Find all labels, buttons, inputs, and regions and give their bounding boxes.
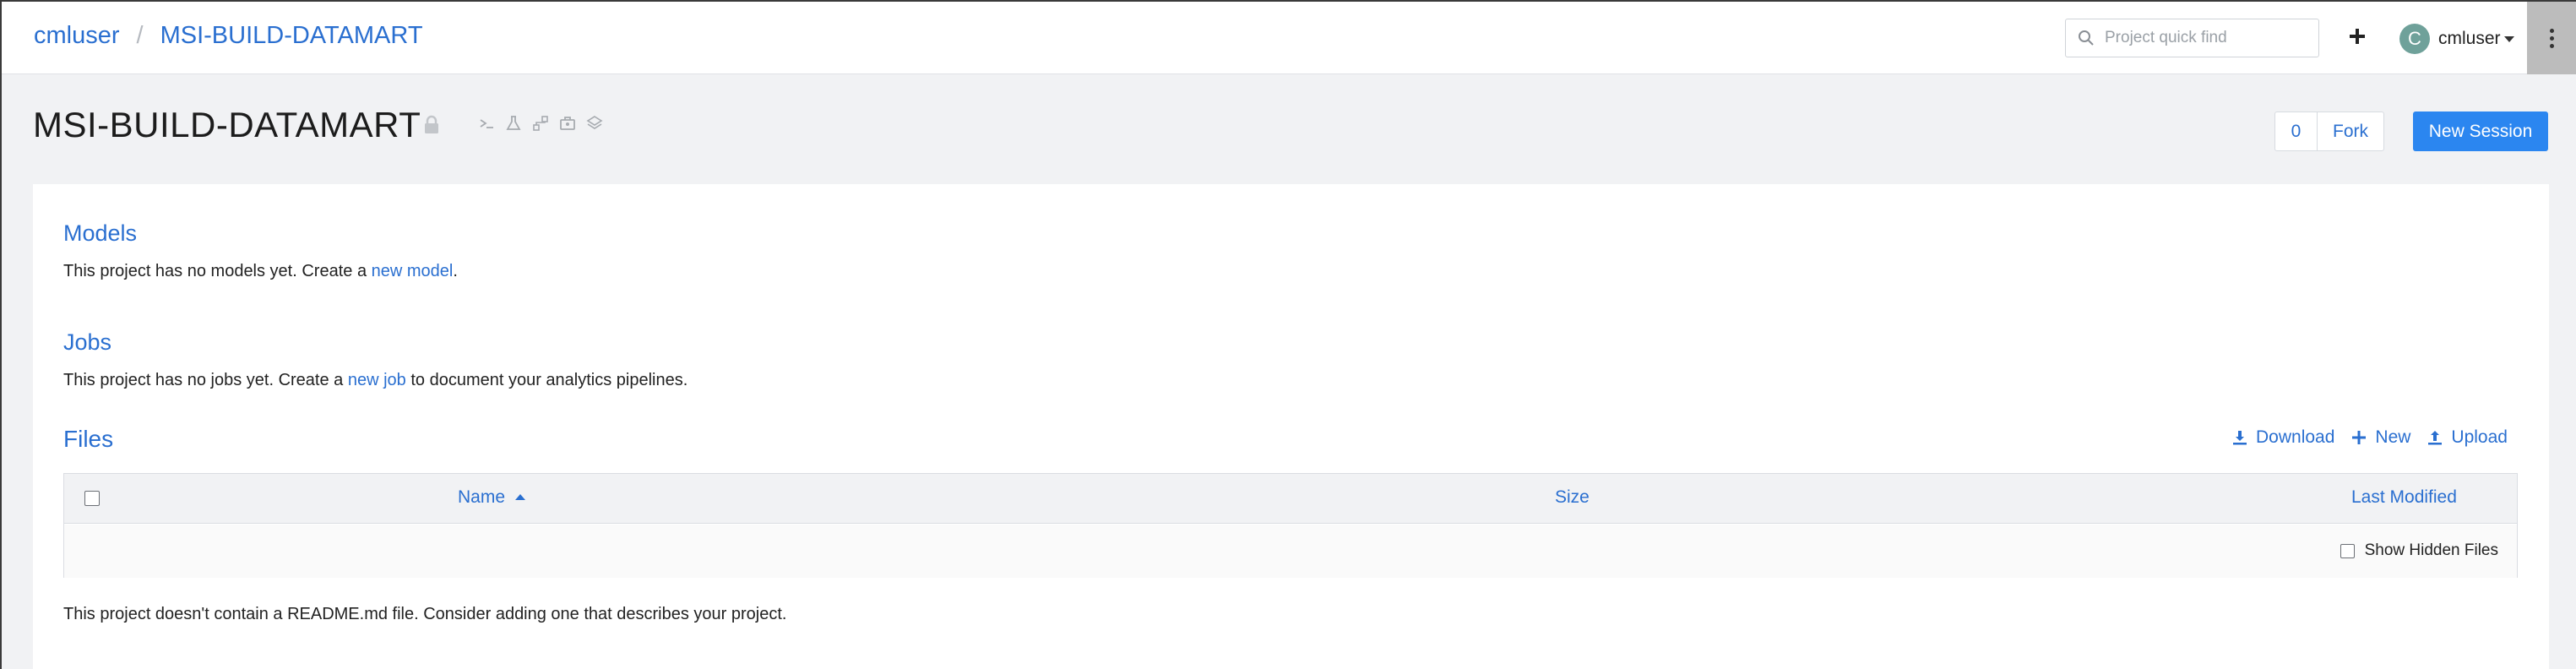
- jobs-text-end: to document your analytics pipelines.: [405, 371, 688, 389]
- plus-icon: [2352, 431, 2367, 444]
- readme-notice: This project doesn't contain a README.md…: [63, 605, 787, 623]
- jobs-empty-text: This project has no jobs yet. Create a n…: [63, 371, 687, 390]
- files-heading: Files: [63, 426, 114, 452]
- new-label: New: [2375, 427, 2411, 447]
- upload-icon: [2428, 431, 2443, 445]
- name-column-header[interactable]: Name: [458, 487, 526, 508]
- flask-icon[interactable]: [505, 114, 522, 133]
- files-table-footer: Show Hidden Files: [64, 525, 2517, 578]
- show-hidden-files-label: Show Hidden Files: [2364, 541, 2498, 559]
- models-text: This project has no models yet. Create a: [63, 262, 372, 280]
- breadcrumb: cmluser / MSI-BUILD-DATAMART: [34, 22, 423, 50]
- plus-icon[interactable]: [2345, 24, 2369, 48]
- file-actions: Download New Upload: [2232, 427, 2508, 448]
- avatar: C: [2399, 24, 2430, 54]
- jobs-heading[interactable]: Jobs: [63, 329, 111, 356]
- fork-button[interactable]: Fork: [2318, 112, 2383, 150]
- download-icon: [2233, 431, 2247, 445]
- search-input[interactable]: [2105, 29, 2316, 47]
- upload-button[interactable]: Upload: [2427, 427, 2508, 448]
- fork-count[interactable]: 0: [2275, 112, 2318, 150]
- project-tools: [478, 114, 603, 133]
- show-hidden-files-toggle[interactable]: Show Hidden Files: [2340, 541, 2498, 560]
- user-menu[interactable]: C cmluser: [2399, 24, 2514, 54]
- last-modified-column-header[interactable]: Last Modified: [2351, 487, 2457, 508]
- jobs-text: This project has no jobs yet. Create a: [63, 371, 348, 389]
- project-overview-card: Models This project has no models yet. C…: [33, 184, 2549, 669]
- briefcase-icon[interactable]: [559, 114, 576, 133]
- name-column-label: Name: [458, 487, 506, 507]
- chevron-down-icon: [2503, 35, 2514, 42]
- breadcrumb-project-link[interactable]: MSI-BUILD-DATAMART: [160, 22, 423, 50]
- files-table-header: Name Size Last Modified: [64, 474, 2517, 524]
- project-quick-find[interactable]: [2065, 19, 2319, 57]
- new-file-button[interactable]: New: [2351, 427, 2410, 448]
- new-session-button[interactable]: New Session: [2413, 112, 2548, 151]
- top-navbar: cmluser / MSI-BUILD-DATAMART C cmluser: [2, 2, 2576, 74]
- upload-label: Upload: [2451, 427, 2508, 447]
- breadcrumb-separator: /: [136, 22, 144, 49]
- terminal-icon[interactable]: [478, 114, 495, 133]
- kebab-menu-icon[interactable]: [2527, 2, 2576, 74]
- new-model-link[interactable]: new model: [372, 262, 454, 280]
- username: cmluser: [2438, 29, 2501, 48]
- files-table: Name Size Last Modified Show Hidden File…: [63, 473, 2518, 578]
- models-empty-text: This project has no models yet. Create a…: [63, 262, 458, 281]
- sort-ascending-icon: [515, 494, 526, 500]
- layers-icon[interactable]: [586, 114, 603, 133]
- breadcrumb-user-link[interactable]: cmluser: [34, 22, 120, 50]
- page-title: MSI-BUILD-DATAMART: [33, 105, 421, 144]
- workflow-icon[interactable]: [532, 114, 549, 133]
- download-label: Download: [2256, 427, 2335, 447]
- download-button[interactable]: Download: [2232, 427, 2334, 448]
- size-column-header[interactable]: Size: [1555, 487, 1590, 508]
- new-job-link[interactable]: new job: [348, 371, 406, 389]
- search-icon: [2079, 30, 2094, 46]
- lock-icon: [425, 115, 438, 133]
- select-all-checkbox[interactable]: [84, 491, 100, 506]
- models-text-end: .: [453, 262, 458, 280]
- models-heading[interactable]: Models: [63, 220, 137, 247]
- fork-button-group: 0 Fork: [2274, 112, 2384, 151]
- show-hidden-files-checkbox[interactable]: [2340, 543, 2355, 558]
